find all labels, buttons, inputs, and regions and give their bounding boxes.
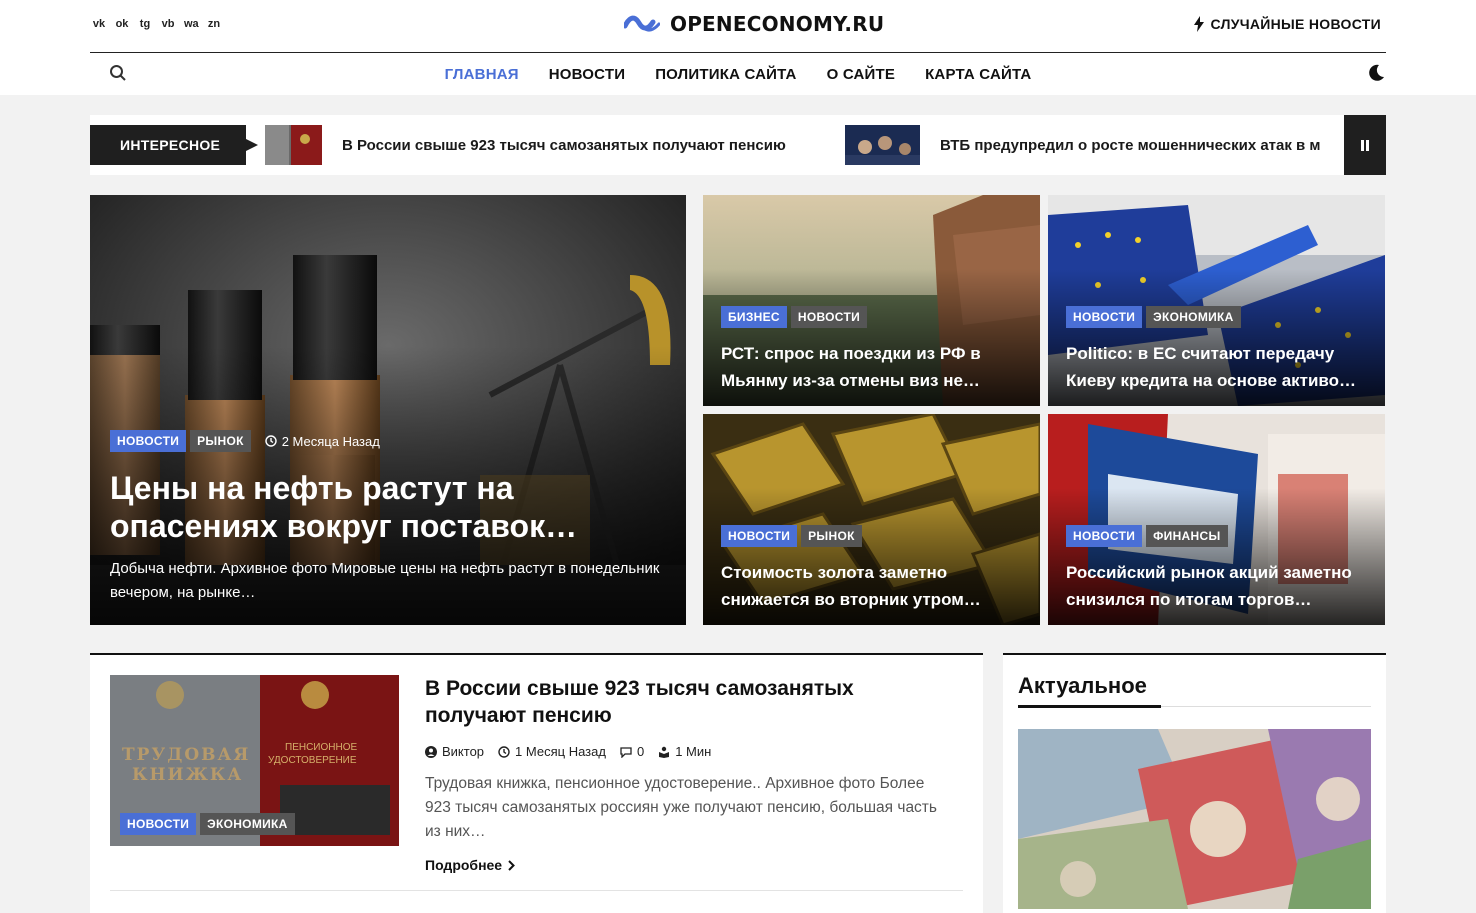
card-excerpt: Добыча нефти. Архивное фото Мировые цены… [110, 560, 660, 601]
category-tag[interactable]: РЫНОК [801, 525, 862, 547]
yuan-banknotes-image [1018, 729, 1371, 909]
ticker-item[interactable]: В России свыше 923 тысяч самозанятых пол… [265, 125, 786, 165]
sidebar-title: Актуальное [1018, 673, 1147, 698]
card-tags: НОВОСТИ ФИНАНСЫ [1066, 525, 1228, 547]
whatsapp-icon[interactable]: wa [184, 17, 199, 31]
card-tags: НОВОСТИ РЫНОК 2 Месяца Назад [110, 430, 380, 452]
article-list: ТРУДОВАЯ КНИЖКА ПЕНСИОННОЕ УДОСТОВЕРЕНИЕ… [90, 653, 983, 913]
category-tag[interactable]: РЫНОК [190, 430, 251, 452]
logo-text: OPENECONOMY.RU [670, 12, 885, 36]
vk-icon[interactable]: vk [92, 17, 106, 31]
nav-item-sitemap[interactable]: КАРТА САЙТА [925, 66, 1031, 83]
news-ticker: ИНТЕРЕСНОЕ В России свыше 923 тысяч само… [90, 115, 1386, 175]
category-tag[interactable]: ЭКОНОМИКА [200, 813, 295, 835]
card-tags: НОВОСТИ ЭКОНОМИКА [1066, 306, 1241, 328]
reading-icon [659, 746, 670, 758]
sidebar-post-image[interactable] [1018, 729, 1371, 909]
category-tag[interactable]: БИЗНЕС [721, 306, 787, 328]
featured-grid-card[interactable]: НОВОСТИ ФИНАНСЫ Российский рынок акций з… [1048, 414, 1385, 625]
article-excerpt: Трудовая книжка, пенсионное удостоверени… [425, 775, 937, 840]
site-header: vk ok tg vb wa zn OPENECONOMY.RU СЛУЧАЙН… [0, 0, 1476, 95]
read-time: 1 Мин [658, 744, 711, 759]
sidebar-title-underline [1018, 705, 1161, 708]
user-icon [425, 745, 437, 758]
image-caption-right-1: ПЕНСИОННОЕ [285, 742, 357, 753]
random-news-link[interactable]: СЛУЧАЙНЫЕ НОВОСТИ [1193, 16, 1381, 32]
clock-icon [265, 435, 277, 447]
post-date-text: 1 Месяц Назад [515, 744, 606, 759]
author-name: Виктор [442, 744, 485, 759]
card-title[interactable]: Politico: в ЕС считают передачу Киеву кр… [1066, 340, 1371, 394]
nav-item-policy[interactable]: ПОЛИТИКА САЙТА [655, 66, 796, 83]
category-tag[interactable]: ФИНАНСЫ [1146, 525, 1228, 547]
category-tag[interactable]: НОВОСТИ [721, 525, 798, 547]
odnoklassniki-icon[interactable]: ok [115, 17, 129, 31]
article-thumbnail[interactable]: ТРУДОВАЯ КНИЖКА ПЕНСИОННОЕ УДОСТОВЕРЕНИЕ… [110, 675, 399, 846]
post-time-text: 2 Месяца Назад [281, 433, 380, 449]
article-title[interactable]: В России свыше 923 тысяч самозанятых пол… [425, 675, 945, 729]
nav-item-home[interactable]: ГЛАВНАЯ [445, 66, 519, 83]
lightning-icon [1193, 16, 1204, 32]
card-title[interactable]: Стоимость золота заметно снижается во вт… [721, 559, 1026, 613]
featured-main-card[interactable]: НОВОСТИ РЫНОК 2 Месяца Назад Цены на неф… [90, 195, 686, 625]
nav-item-news[interactable]: НОВОСТИ [549, 66, 625, 83]
card-title[interactable]: РСТ: спрос на поездки из РФ в Мьянму из-… [721, 340, 1026, 394]
clock-icon [498, 745, 510, 758]
article-meta: Виктор 1 Месяц Назад 0 1 Мин [425, 744, 711, 759]
telegram-icon[interactable]: tg [138, 17, 152, 31]
featured-grid-card[interactable]: НОВОСТИ РЫНОК Стоимость золота заметно с… [703, 414, 1040, 625]
random-news-label: СЛУЧАЙНЫЕ НОВОСТИ [1210, 16, 1381, 32]
header-divider [90, 52, 1386, 53]
nav-item-about[interactable]: О САЙТЕ [827, 66, 895, 83]
category-tag[interactable]: НОВОСТИ [790, 306, 868, 328]
featured-grid-card[interactable]: БИЗНЕС НОВОСТИ РСТ: спрос на поездки из … [703, 195, 1040, 406]
image-caption-right-2: УДОСТОВЕРЕНИЕ [268, 755, 357, 766]
category-tag[interactable]: НОВОСТИ [1066, 306, 1143, 328]
read-time-text: 1 Мин [675, 744, 712, 759]
ticker-headline: ВТБ предупредил о росте мошеннических ат… [940, 136, 1321, 154]
ticker-thumbnail [845, 125, 920, 165]
category-tag[interactable]: ЭКОНОМИКА [1146, 306, 1241, 328]
card-tags: НОВОСТИ РЫНОК [721, 525, 862, 547]
category-tag[interactable]: НОВОСТИ [120, 813, 197, 835]
ticker-label: ИНТЕРЕСНОЕ [90, 125, 258, 165]
comment-icon [620, 746, 632, 758]
main-nav: ГЛАВНАЯ НОВОСТИ ПОЛИТИКА САЙТА О САЙТЕ К… [0, 66, 1476, 83]
read-more-label: Подробнее [425, 857, 503, 873]
post-date: 1 Месяц Назад [498, 744, 606, 759]
viber-icon[interactable]: vb [161, 17, 175, 31]
image-caption-left-1: ТРУДОВАЯ [122, 745, 250, 765]
article-tags: НОВОСТИ ЭКОНОМИКА [120, 813, 295, 835]
dark-mode-toggle-icon[interactable] [1366, 63, 1386, 83]
ticker-item[interactable]: ВТБ предупредил о росте мошеннических ат… [845, 125, 1321, 165]
card-title[interactable]: Российский рынок акций заметно снизился … [1066, 559, 1371, 613]
ticker-pause-button[interactable] [1344, 115, 1386, 175]
sidebar-trending: Актуальное [1003, 653, 1386, 913]
logo-wave-icon [624, 15, 660, 32]
divider [110, 890, 963, 891]
image-caption-left-2: КНИЖКА [132, 765, 243, 785]
featured-grid-card[interactable]: НОВОСТИ ЭКОНОМИКА Politico: в ЕС считают… [1048, 195, 1385, 406]
ticker-headline: В России свыше 923 тысяч самозанятых пол… [342, 136, 786, 154]
ticker-thumbnail [265, 125, 322, 165]
read-more-link[interactable]: Подробнее [425, 857, 516, 873]
post-time: 2 Месяца Назад [265, 434, 380, 449]
chevron-right-icon [508, 859, 516, 871]
comments[interactable]: 0 [620, 744, 644, 759]
yandex-zen-icon[interactable]: zn [207, 17, 221, 31]
site-logo[interactable]: OPENECONOMY.RU [624, 12, 884, 36]
card-tags: БИЗНЕС НОВОСТИ [721, 306, 868, 328]
category-tag[interactable]: НОВОСТИ [1066, 525, 1143, 547]
category-tag[interactable]: НОВОСТИ [110, 430, 187, 452]
author[interactable]: Виктор [425, 744, 484, 759]
social-links: vk ok tg vb wa zn [92, 17, 221, 31]
comment-count: 0 [636, 744, 645, 759]
card-title[interactable]: Цены на нефть растут на опасениях вокруг… [110, 469, 670, 545]
